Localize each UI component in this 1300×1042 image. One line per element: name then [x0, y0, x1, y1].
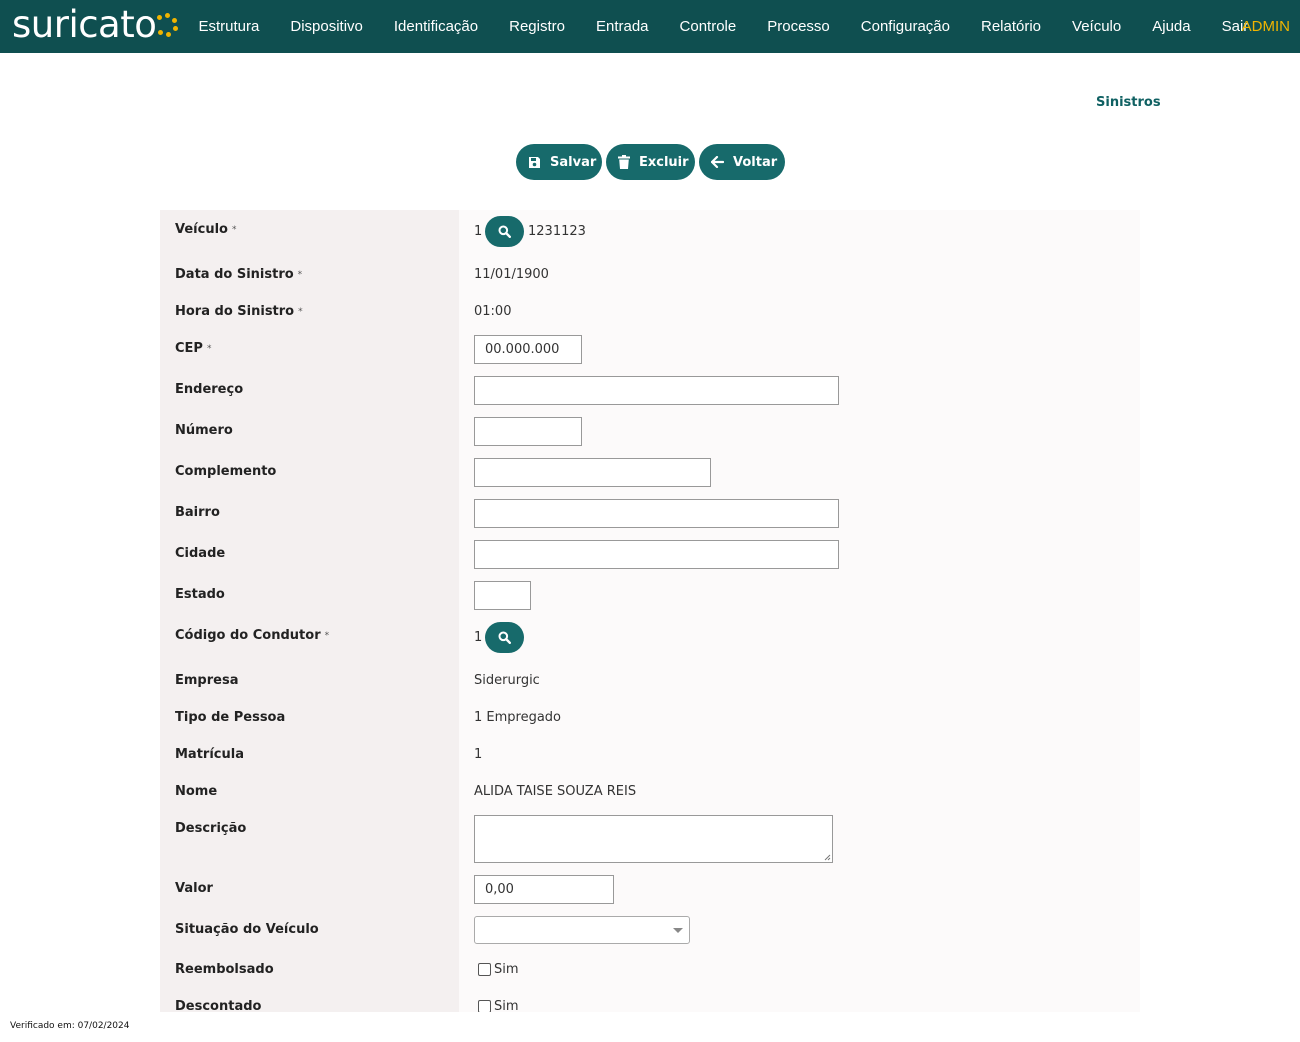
numero-input[interactable] [474, 417, 582, 446]
descontado-option-label[interactable]: Sim [494, 999, 519, 1012]
floppy-disk-icon [528, 155, 541, 169]
cep-input[interactable]: 00.000.000 [474, 335, 582, 364]
codigo-condutor-label-text: Código do Condutor [175, 628, 321, 643]
cidade-input[interactable] [474, 540, 839, 569]
top-navbar: suricato Estrutura Dispositivo Identific… [0, 0, 1300, 53]
reembolsado-checkbox[interactable] [478, 963, 491, 976]
descontado-label: Descontado [175, 999, 262, 1012]
empresa-label: Empresa [175, 673, 239, 688]
matricula-value: 1 [474, 747, 483, 762]
cep-label: CEP * [175, 341, 211, 356]
back-button-label: Voltar [733, 154, 778, 170]
menu-identificacao[interactable]: Identificação [378, 0, 493, 53]
veiculo-plate: 1231123 [528, 224, 586, 239]
situacao-veiculo-select[interactable] [474, 916, 690, 944]
menu-dispositivo[interactable]: Dispositivo [275, 0, 379, 53]
data-sinistro-label: Data do Sinistro * [175, 267, 302, 282]
menu-registro[interactable]: Registro [494, 0, 581, 53]
logo-dots-icon [154, 13, 180, 39]
data-sinistro-label-text: Data do Sinistro [175, 267, 294, 282]
codigo-condutor-value: 1 [474, 630, 483, 645]
menu-ajuda[interactable]: Ajuda [1137, 0, 1206, 53]
nome-label: Nome [175, 784, 218, 799]
page-title: Sinistros [1096, 95, 1161, 110]
complemento-input[interactable] [474, 458, 711, 487]
main-menu: Estrutura Dispositivo Identificação Regi… [183, 0, 1264, 53]
verified-date: Verificado em: 07/02/2024 [10, 1021, 130, 1031]
search-icon [498, 631, 511, 644]
trash-icon [618, 155, 630, 169]
hora-sinistro-label: Hora do Sinistro * [175, 304, 303, 319]
required-mark: * [297, 270, 303, 280]
app-logo[interactable]: suricato [12, 2, 180, 48]
chevron-down-icon [673, 928, 683, 933]
codigo-condutor-label: Código do Condutor * [175, 628, 329, 643]
valor-input[interactable]: 0,00 [474, 875, 614, 904]
numero-label: Número [175, 423, 233, 438]
resize-handle-icon[interactable] [824, 854, 831, 861]
valor-label: Valor [175, 881, 213, 896]
menu-veiculo[interactable]: Veículo [1057, 0, 1137, 53]
menu-relatorio[interactable]: Relatório [966, 0, 1057, 53]
empresa-value: Siderurgic [474, 673, 540, 688]
save-button[interactable]: Salvar [516, 144, 602, 180]
complemento-label: Complemento [175, 464, 277, 479]
hora-sinistro-label-text: Hora do Sinistro [175, 304, 295, 319]
required-mark: * [206, 344, 212, 354]
claim-form: Veículo * 1 1231123 Data do Sinistro * 11/… [160, 210, 1140, 1012]
condutor-search-button[interactable] [485, 622, 524, 653]
descontado-checkbox[interactable] [478, 1000, 491, 1012]
bairro-label: Bairro [175, 505, 220, 520]
delete-button-label: Excluir [639, 154, 689, 170]
bairro-input[interactable] [474, 499, 839, 528]
menu-processo[interactable]: Processo [752, 0, 846, 53]
descricao-label: Descrição [175, 821, 247, 836]
search-icon [498, 225, 511, 238]
menu-configuracao[interactable]: Configuração [845, 0, 965, 53]
required-mark: * [298, 307, 303, 317]
logo-text: suricato [12, 3, 157, 46]
veiculo-label: Veículo * [175, 222, 236, 237]
tipo-pessoa-value: 1 Empregado [474, 710, 562, 725]
menu-estrutura[interactable]: Estrutura [183, 0, 275, 53]
matricula-label: Matrícula [175, 747, 244, 762]
menu-controle[interactable]: Controle [664, 0, 752, 53]
veiculo-label-text: Veículo [175, 222, 228, 237]
delete-button[interactable]: Excluir [606, 144, 695, 180]
tipo-pessoa-label: Tipo de Pessoa [175, 710, 286, 725]
data-sinistro-value: 11/01/1900 [474, 267, 549, 282]
estado-input[interactable] [474, 581, 531, 610]
cep-label-text: CEP [175, 341, 203, 356]
action-toolbar: Salvar Excluir Voltar [516, 144, 785, 180]
user-name[interactable]: ADMIN [1242, 0, 1290, 53]
veiculo-value: 1 [474, 224, 483, 239]
menu-entrada[interactable]: Entrada [580, 0, 664, 53]
nome-value: ALIDA TAISE SOUZA REIS [474, 784, 637, 799]
required-mark: * [324, 631, 330, 641]
arrow-left-icon [711, 155, 724, 169]
veiculo-search-button[interactable] [485, 216, 524, 247]
endereco-input[interactable] [474, 376, 839, 405]
cidade-label: Cidade [175, 546, 226, 561]
back-button[interactable]: Voltar [699, 144, 785, 180]
estado-label: Estado [175, 587, 225, 602]
endereco-label: Endereço [175, 382, 244, 397]
hora-sinistro-value: 01:00 [474, 304, 512, 319]
required-mark: * [231, 225, 237, 235]
reembolsado-label: Reembolsado [175, 962, 274, 977]
situacao-veiculo-label: Situação do Veículo [175, 922, 319, 937]
reembolsado-option-label[interactable]: Sim [494, 962, 519, 977]
descricao-textarea[interactable] [474, 815, 833, 863]
save-button-label: Salvar [550, 154, 597, 170]
